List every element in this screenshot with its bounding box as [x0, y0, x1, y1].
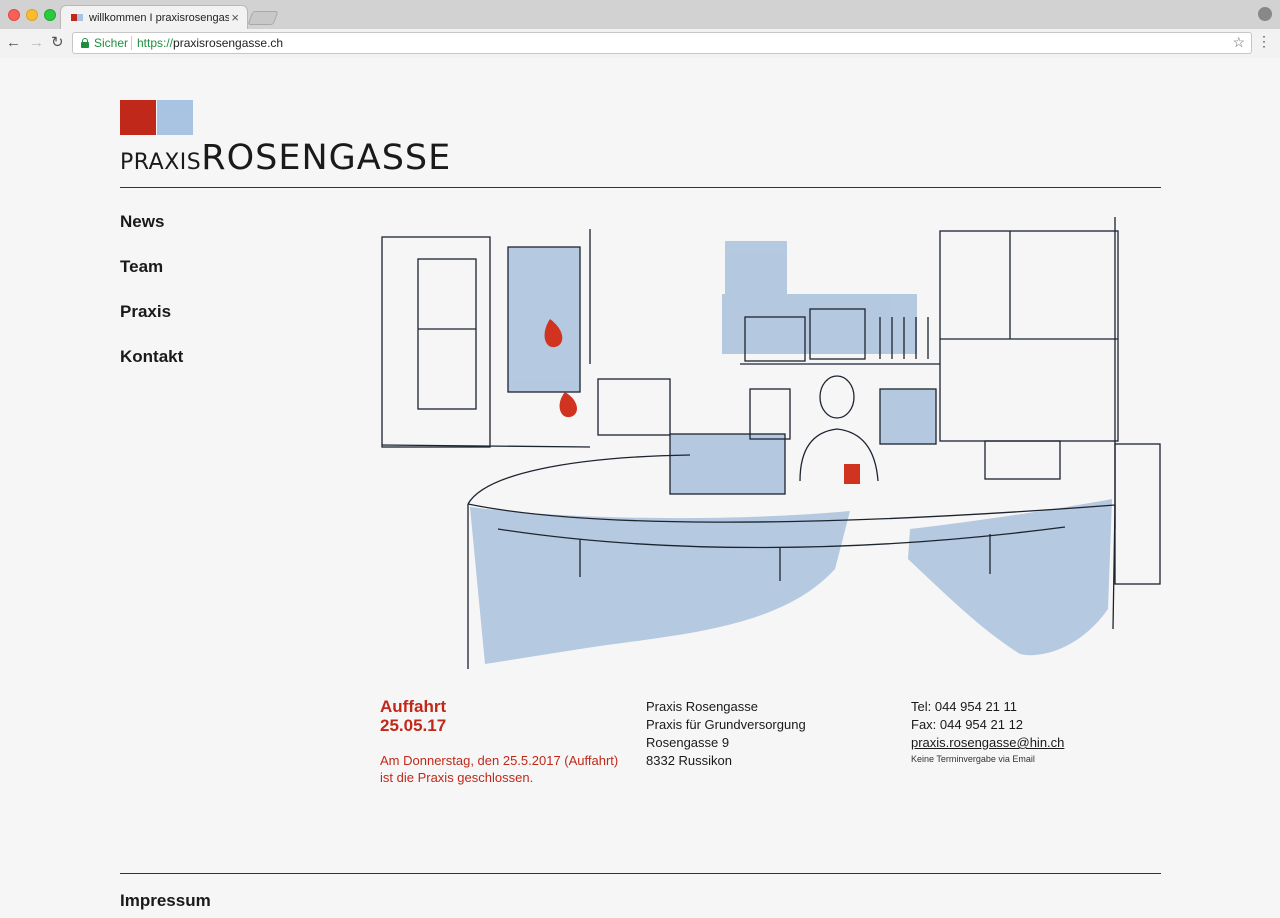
lock-icon — [81, 38, 89, 48]
favicon-icon — [71, 14, 83, 21]
news-teaser: Auffahrt 25.05.17 Am Donnerstag, den 25.… — [380, 697, 630, 786]
profile-icon[interactable] — [1258, 7, 1272, 21]
logo-red-square — [120, 100, 156, 135]
address-line-1: Praxis Rosengasse — [646, 699, 758, 714]
browser-toolbar: ← → ↻ Sicher https://praxisrosengasse.ch… — [0, 29, 1280, 58]
header-divider — [120, 187, 1161, 188]
news-date: 25.05.17 — [380, 716, 447, 735]
star-icon[interactable]: ☆ — [1232, 34, 1245, 51]
address-line-2: Praxis für Grundversorgung — [646, 717, 806, 732]
email-note: Keine Terminvergabe via Email — [911, 754, 1035, 764]
nav-link-news[interactable]: News — [120, 212, 183, 257]
address-bar[interactable]: Sicher https://praxisrosengasse.ch ☆ — [72, 32, 1252, 54]
impressum-link[interactable]: Impressum — [120, 891, 211, 911]
nav-link-kontakt[interactable]: Kontakt — [120, 347, 183, 392]
back-arrow-icon[interactable]: ← — [6, 34, 21, 52]
news-title: Auffahrt — [380, 697, 447, 716]
tab-close-icon[interactable]: × — [231, 10, 239, 25]
main-nav: News Team Praxis Kontakt — [120, 212, 183, 392]
url-host: praxisrosengasse.ch — [173, 36, 284, 50]
phone-number: Tel: 044 954 21 11 — [911, 699, 1018, 714]
browser-chrome: willkommen I praxisrosengasse × ← → ↻ Si… — [0, 0, 1280, 58]
logo-blue-square — [157, 100, 193, 135]
url-protocol: https:// — [137, 36, 174, 50]
url-text: https://praxisrosengasse.ch — [137, 36, 283, 50]
menu-dots-icon[interactable]: ⋮ — [1257, 34, 1271, 48]
nav-link-team[interactable]: Team — [120, 257, 183, 302]
new-tab-button[interactable] — [247, 11, 279, 25]
close-window-button[interactable] — [8, 9, 20, 21]
news-body-line-1: Am Donnerstag, den 25.5.2017 (Auffahrt) — [380, 753, 619, 768]
address-block: Praxis Rosengasse Praxis für Grundversor… — [646, 698, 806, 770]
logo-big-text: ROSENGASSE — [201, 138, 452, 178]
address-line-4: 8332 Russikon — [646, 753, 732, 768]
maximize-window-button[interactable] — [44, 9, 56, 21]
footer-divider — [120, 873, 1161, 874]
tab-strip: willkommen I praxisrosengasse × — [0, 0, 1280, 30]
forward-arrow-icon[interactable]: → — [29, 34, 44, 52]
site-logo[interactable]: PRAXISROSENGASSE — [120, 100, 450, 178]
reception-illustration — [381, 217, 1161, 669]
logo-small-text: PRAXIS — [120, 150, 202, 175]
nav-link-praxis[interactable]: Praxis — [120, 302, 183, 347]
fax-number: Fax: 044 954 21 12 — [911, 717, 1024, 732]
browser-tab[interactable]: willkommen I praxisrosengasse × — [60, 5, 248, 30]
address-line-3: Rosengasse 9 — [646, 735, 730, 750]
contact-block: Tel: 044 954 21 11 Fax: 044 954 21 12 pr… — [911, 698, 1064, 766]
address-separator — [131, 36, 132, 50]
news-body-line-2: ist die Praxis geschlossen. — [380, 770, 534, 785]
page: PRAXISROSENGASSE News Team Praxis Kontak… — [0, 59, 1280, 918]
news-body: Am Donnerstag, den 25.5.2017 (Auffahrt) … — [380, 752, 630, 786]
minimize-window-button[interactable] — [26, 9, 38, 21]
email-link[interactable]: praxis.rosengasse@hin.ch — [911, 735, 1064, 750]
tab-title: willkommen I praxisrosengasse — [89, 12, 229, 24]
logo-wordmark: PRAXISROSENGASSE — [120, 138, 451, 178]
secure-label: Sicher — [94, 36, 129, 50]
reload-icon[interactable]: ↻ — [51, 34, 64, 52]
